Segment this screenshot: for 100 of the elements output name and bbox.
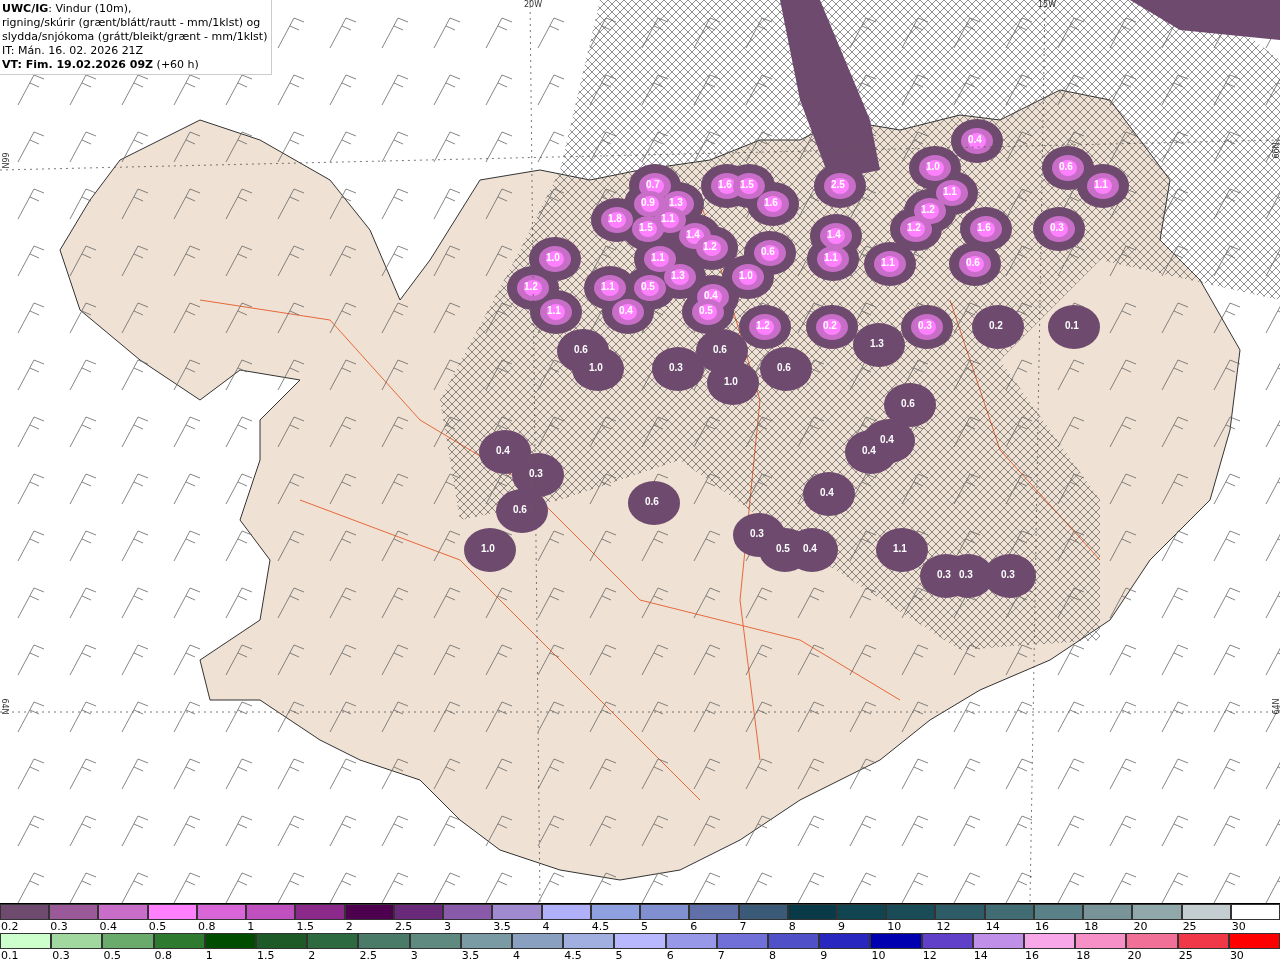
legend-label: 0.5 xyxy=(102,949,122,960)
legend-label: 0.5 xyxy=(147,920,168,933)
precipitation-value: 0.3 xyxy=(529,468,543,479)
precipitation-value: 1.0 xyxy=(739,270,753,281)
precipitation-value: 1.2 xyxy=(524,281,538,292)
precipitation-value: 0.4 xyxy=(968,134,982,145)
precipitation-value: 0.6 xyxy=(513,504,527,515)
precipitation-value: 1.1 xyxy=(881,257,895,268)
legend-label: 2 xyxy=(344,920,354,933)
legend-label: 1.5 xyxy=(295,920,315,933)
legend-label: 3 xyxy=(409,949,419,960)
grid-label: 15W xyxy=(1038,0,1057,9)
legend-label: 10 xyxy=(870,949,887,960)
precipitation-value: 0.5 xyxy=(699,305,713,316)
precipitation-value: 1.0 xyxy=(926,161,940,172)
legend-label: 0.2 xyxy=(0,920,20,933)
precipitation-value: 0.5 xyxy=(641,281,655,292)
precipitation-value: 0.4 xyxy=(820,487,834,498)
legend-label: 6 xyxy=(689,920,699,933)
precipitation-value: 1.6 xyxy=(764,197,778,208)
precipitation-value: 1.2 xyxy=(756,320,770,331)
precipitation-value: 1.1 xyxy=(651,252,665,263)
legend-label: 2.5 xyxy=(358,949,378,960)
legend-label: 1 xyxy=(246,920,256,933)
precipitation-value: 1.5 xyxy=(639,222,653,233)
precipitation-value: 0.3 xyxy=(959,569,973,580)
grid-label: 64N xyxy=(1271,698,1280,715)
precipitation-value: 0.6 xyxy=(1059,161,1073,172)
legend-label: 18 xyxy=(1083,920,1100,933)
legend-label: 14 xyxy=(984,920,1001,933)
legend-label: 4 xyxy=(541,920,551,933)
precipitation-value: 1.3 xyxy=(669,197,683,208)
precipitation-value: 1.1 xyxy=(1094,179,1108,190)
legend-label: 0.4 xyxy=(98,920,118,933)
info-line: VT: Fim. 19.02.2026 09Z (+60 h) xyxy=(2,58,200,72)
legend-label: 8 xyxy=(787,920,797,933)
legend-label: 25 xyxy=(1177,949,1194,960)
precipitation-value: 0.6 xyxy=(713,344,727,355)
legend-label: 16 xyxy=(1033,920,1050,933)
info-line: IT: Mán. 16. 02. 2026 21Z xyxy=(2,44,145,58)
legend-label: 0.3 xyxy=(49,920,69,933)
legend-label: 9 xyxy=(819,949,829,960)
precipitation-value: 2.5 xyxy=(831,179,845,190)
precipitation-value: 0.3 xyxy=(1001,569,1015,580)
legend-label: 20 xyxy=(1132,920,1149,933)
precipitation-value: 0.4 xyxy=(880,434,894,445)
grid-label: 66N xyxy=(1271,142,1280,159)
legend-label: 0.1 xyxy=(0,949,20,960)
precipitation-value: 1.2 xyxy=(907,222,921,233)
precipitation-value: 1.1 xyxy=(661,213,675,224)
legend-label: 6 xyxy=(665,949,675,960)
legend-label: 4 xyxy=(512,949,522,960)
legend-label: 1.5 xyxy=(256,949,276,960)
grid-label: 64N xyxy=(0,698,9,715)
grid-label: 20W xyxy=(524,0,543,9)
info-line: rigning/skúrir (grænt/blátt/rautt - mm/1klst) og xyxy=(2,16,262,30)
precipitation-value: 1.6 xyxy=(718,179,732,190)
legend-label: 2 xyxy=(307,949,317,960)
precipitation-value: 0.4 xyxy=(496,445,510,456)
legend-label: 30 xyxy=(1228,949,1245,960)
precipitation-value: 0.3 xyxy=(918,320,932,331)
precipitation-value: 1.1 xyxy=(824,252,838,263)
legend-label: 0.3 xyxy=(51,949,71,960)
legend-label: 25 xyxy=(1181,920,1198,933)
precipitation-value: 0.6 xyxy=(966,257,980,268)
precipitation-value: 0.6 xyxy=(777,362,791,373)
legend-label: 7 xyxy=(716,949,726,960)
precipitation-value: 0.3 xyxy=(750,528,764,539)
legend-label: 0.8 xyxy=(153,949,174,960)
legend-label: 7 xyxy=(738,920,748,933)
precipitation-value: 0.4 xyxy=(619,305,633,316)
precipitation-value: 1.2 xyxy=(703,241,717,252)
precipitation-value: 0.9 xyxy=(641,197,655,208)
legend-label: 3.5 xyxy=(460,949,481,960)
precipitation-value: 1.0 xyxy=(724,376,738,387)
precipitation-value: 1.3 xyxy=(870,338,884,349)
precipitation-value: 0.7 xyxy=(646,179,660,190)
precipitation-value: 1.0 xyxy=(481,543,495,554)
precipitation-value: 1.0 xyxy=(589,362,603,373)
precipitation-value: 0.6 xyxy=(761,246,775,257)
legend-label: 8 xyxy=(768,949,778,960)
precipitation-value: 0.1 xyxy=(1065,320,1079,331)
precipitation-value: 1.1 xyxy=(943,186,957,197)
precipitation-value: 0.5 xyxy=(776,543,790,554)
legend-label: 18 xyxy=(1075,949,1092,960)
legend-label: 10 xyxy=(886,920,903,933)
precipitation-value: 0.6 xyxy=(645,496,659,507)
legend-label: 16 xyxy=(1024,949,1041,960)
legend-label: 9 xyxy=(837,920,846,933)
precipitation-value: 0.4 xyxy=(862,445,876,456)
legend-label: 20 xyxy=(1126,949,1143,960)
precipitation-value: 0.2 xyxy=(823,320,837,331)
legend-label: 12 xyxy=(921,949,938,960)
legend-label: 12 xyxy=(935,920,952,933)
legend-label: 2.5 xyxy=(393,920,414,933)
info-line: slydda/snjókoma (grátt/bleikt/grænt - mm/1klst) xyxy=(2,30,268,44)
legend-label: 30 xyxy=(1230,920,1247,933)
precipitation-value: 1.2 xyxy=(921,204,935,215)
legend-label: 0.8 xyxy=(196,920,217,933)
precipitation-value: 0.4 xyxy=(803,543,817,554)
